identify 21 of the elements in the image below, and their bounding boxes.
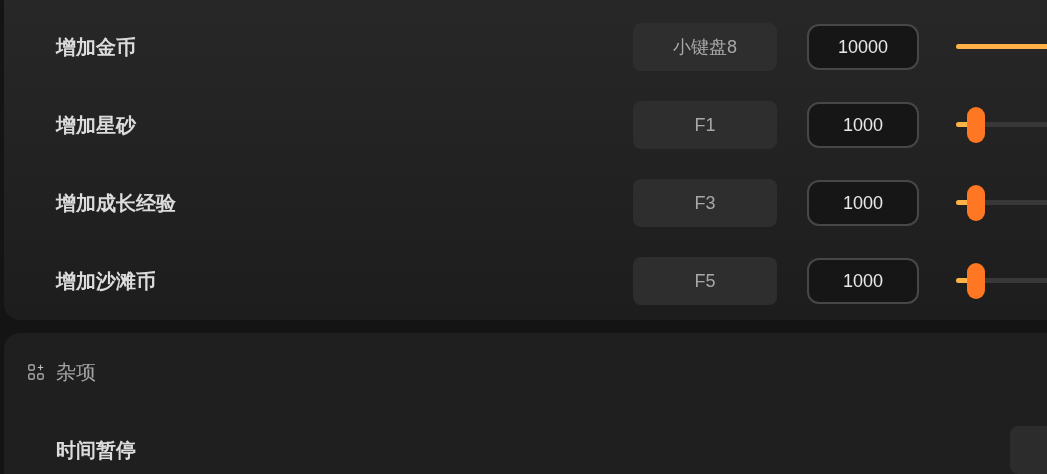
slider-thumb[interactable]: [967, 107, 985, 143]
value-field[interactable]: 1000: [807, 102, 919, 148]
row-label: 增加金币: [54, 35, 137, 60]
hotkey-button[interactable]: F1: [633, 101, 777, 149]
row-label: 增加成长经验: [54, 191, 177, 216]
value-field[interactable]: 1000: [807, 180, 919, 226]
slider-thumb[interactable]: [967, 263, 985, 299]
hotkey-button[interactable]: 小键盘8: [633, 23, 777, 71]
grid-plus-icon: [28, 364, 44, 380]
value-field[interactable]: 1000: [807, 258, 919, 304]
row-label: 增加沙滩币: [54, 269, 157, 294]
hotkey-button[interactable]: F3: [633, 179, 777, 227]
slider[interactable]: [956, 185, 1047, 221]
section-title: 杂项: [56, 360, 96, 385]
slider[interactable]: [956, 263, 1047, 299]
row-label: 增加星砂: [54, 113, 137, 138]
row-label: 时间暂停: [55, 437, 137, 463]
slider[interactable]: [956, 107, 1047, 143]
slider-thumb[interactable]: [967, 185, 985, 221]
value-field[interactable]: 10000: [807, 24, 919, 70]
hotkey-button[interactable]: F5: [633, 257, 777, 305]
